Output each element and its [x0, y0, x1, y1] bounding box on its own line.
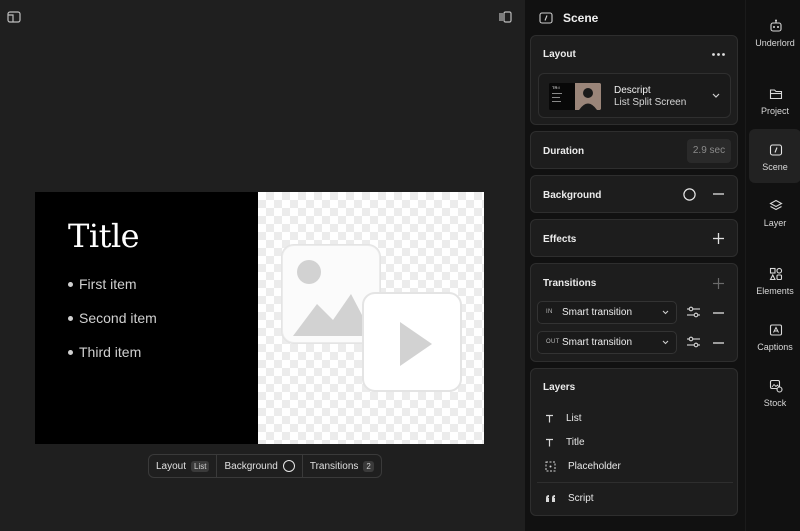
- right-rail: Underlord Project Scene Layer Elements C…: [745, 0, 800, 531]
- background-color-swatch: [282, 460, 295, 472]
- duration-input[interactable]: 2.9 sec: [687, 139, 731, 163]
- layout-quick-label: Layout: [156, 460, 187, 472]
- rail-item-elements[interactable]: Elements: [749, 253, 800, 307]
- layout-thumbnail: TR:I: [549, 83, 601, 110]
- sidebar-toggle-icon[interactable]: [7, 11, 21, 23]
- rail-item-scene[interactable]: Scene: [749, 129, 800, 183]
- captions-icon: [769, 324, 783, 336]
- layers-icon: [769, 199, 783, 211]
- chevron-down-icon: [662, 310, 669, 315]
- slide-media-panel: [258, 192, 484, 444]
- layout-quick-button[interactable]: Layout List: [149, 455, 218, 477]
- text-layer-icon: [546, 414, 553, 422]
- scene-panel: Scene Layout TR:I Descript List Split Sc…: [525, 0, 745, 531]
- rail-item-label: Captions: [757, 342, 793, 352]
- layer-item-label: Title: [566, 436, 585, 448]
- layers-divider: [537, 482, 733, 483]
- transitions-quick-button[interactable]: Transitions 2: [303, 455, 381, 477]
- panel-toggle-icon[interactable]: [498, 11, 512, 23]
- slide-list[interactable]: First item Second item Third item: [68, 274, 157, 376]
- layer-item-title[interactable]: Title: [545, 435, 585, 449]
- duration-label: Duration: [543, 146, 585, 157]
- script-label: Script: [568, 492, 594, 504]
- remove-transition-out-icon[interactable]: [713, 342, 724, 344]
- background-quick-label: Background: [224, 460, 278, 472]
- scene-icon: [539, 12, 553, 24]
- slide-text-panel: Title First item Second item Third item: [35, 192, 258, 444]
- layout-badge: List: [191, 460, 210, 472]
- duration-card: Duration 2.9 sec: [530, 131, 738, 169]
- slide-preview[interactable]: Title First item Second item Third item: [35, 192, 484, 444]
- folder-icon: [769, 89, 783, 100]
- layer-item-label: List: [566, 412, 582, 424]
- layout-card-label: Layout: [543, 49, 576, 60]
- scene-icon: [769, 144, 783, 156]
- transition-out-value: Smart transition: [562, 337, 633, 348]
- rail-item-stock[interactable]: Stock: [749, 365, 800, 419]
- transition-out-select[interactable]: OUT Smart transition: [537, 331, 677, 354]
- layer-item-list[interactable]: List: [545, 411, 582, 425]
- layer-item-label: Placeholder: [568, 460, 621, 472]
- chevron-down-icon: [712, 93, 720, 98]
- chevron-down-icon: [662, 340, 669, 345]
- add-transition-icon[interactable]: [713, 278, 724, 289]
- layers-card: Layers List Title Placeholder Script: [530, 368, 738, 516]
- background-color-icon[interactable]: [683, 188, 696, 201]
- layout-name: Descript: [614, 85, 651, 96]
- quote-icon: [546, 494, 555, 502]
- scene-panel-title: Scene: [563, 11, 599, 25]
- transitions-count-badge: 2: [363, 460, 374, 472]
- transition-out-settings-icon[interactable]: [687, 336, 700, 348]
- shapes-icon: [769, 267, 783, 281]
- remove-transition-in-icon[interactable]: [713, 312, 724, 314]
- layers-label: Layers: [543, 382, 576, 393]
- layout-card: Layout TR:I Descript List Split Screen: [530, 35, 738, 125]
- add-effect-icon[interactable]: [713, 233, 724, 244]
- transition-in-settings-icon[interactable]: [687, 306, 700, 318]
- rail-item-label: Underlord: [755, 38, 795, 48]
- background-quick-button[interactable]: Background: [217, 455, 303, 477]
- effects-label: Effects: [543, 234, 577, 245]
- scene-panel-header: Scene: [539, 10, 598, 26]
- effects-card: Effects: [530, 219, 738, 257]
- rail-item-layer[interactable]: Layer: [749, 185, 800, 239]
- background-card: Background: [530, 175, 738, 213]
- transition-in-select[interactable]: IN Smart transition: [537, 301, 677, 324]
- video-placeholder-icon[interactable]: [362, 292, 462, 392]
- slide-title[interactable]: Title: [68, 217, 140, 255]
- transition-in-value: Smart transition: [562, 307, 633, 318]
- transition-in-tag: IN: [546, 309, 553, 315]
- placeholder-layer-icon: [545, 461, 556, 471]
- rail-item-captions[interactable]: Captions: [749, 309, 800, 363]
- transitions-quick-label: Transitions: [309, 460, 359, 472]
- rail-item-label: Project: [760, 106, 789, 116]
- layout-select[interactable]: TR:I Descript List Split Screen: [538, 73, 731, 118]
- transitions-card: Transitions IN Smart transition OUT Smar…: [530, 263, 738, 362]
- robot-icon: [770, 19, 782, 32]
- rail-item-label: Layer: [763, 218, 787, 228]
- canvas-area: Title First item Second item Third item: [0, 0, 525, 531]
- rail-item-label: Elements: [756, 286, 794, 296]
- thumbnail-title-text: TR:I: [552, 85, 560, 90]
- scene-quick-bar: Layout List Background Transitions 2: [148, 454, 382, 478]
- text-layer-icon: [546, 438, 553, 446]
- transition-out-tag: OUT: [546, 339, 560, 345]
- rail-item-label: Scene: [762, 162, 788, 172]
- layer-item-placeholder[interactable]: Placeholder: [545, 459, 621, 473]
- transitions-label: Transitions: [543, 278, 597, 289]
- remove-background-icon[interactable]: [713, 193, 724, 195]
- rail-item-underlord[interactable]: Underlord: [749, 5, 800, 59]
- slide-list-item: First item: [68, 274, 157, 308]
- slide-list-item: Third item: [68, 342, 157, 376]
- stock-media-icon: [769, 379, 783, 393]
- rail-item-label: Stock: [763, 398, 787, 408]
- background-label: Background: [543, 190, 602, 201]
- rail-item-project[interactable]: Project: [749, 73, 800, 127]
- script-item[interactable]: Script: [545, 491, 594, 505]
- more-options-icon[interactable]: [712, 53, 725, 56]
- layout-subname: List Split Screen: [614, 97, 687, 108]
- slide-list-item: Second item: [68, 308, 157, 342]
